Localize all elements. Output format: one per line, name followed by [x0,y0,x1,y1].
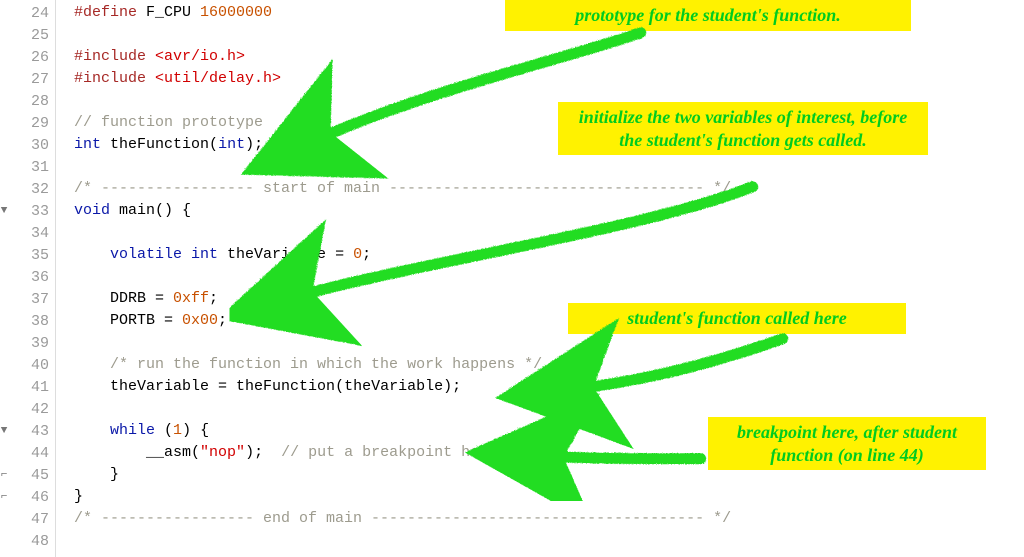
code-line[interactable] [74,530,1024,552]
line-number: 30 [0,134,55,156]
annotation-breakpoint: breakpoint here, after student function … [708,417,986,470]
fold-icon[interactable]: ▼ [0,425,10,437]
code-line[interactable]: volatile int theVariable = 0; [74,244,1024,266]
fold-icon[interactable]: ⌐ [0,469,10,481]
fold-icon[interactable]: ▼ [0,205,10,217]
line-number: 40 [0,354,55,376]
code-line[interactable]: /* ----------------- end of main -------… [74,508,1024,530]
code-line[interactable]: /* run the function in which the work ha… [74,354,1024,376]
line-number: 31 [0,156,55,178]
code-area[interactable]: #define F_CPU 16000000 #include <avr/io.… [56,0,1024,557]
annotation-called-here: student's function called here [568,303,906,334]
code-line[interactable] [74,222,1024,244]
line-number: 27 [0,68,55,90]
line-number: 25 [0,24,55,46]
line-number-gutter: 242526272829303132▼33343536373839404142▼… [0,0,56,557]
code-line[interactable] [74,266,1024,288]
fold-icon[interactable]: ⌐ [0,491,10,503]
code-line[interactable] [74,332,1024,354]
line-number: 38 [0,310,55,332]
code-line[interactable]: /* ----------------- start of main -----… [74,178,1024,200]
line-number: ▼43 [0,420,55,442]
line-number: 37 [0,288,55,310]
line-number: 24 [0,2,55,24]
code-line[interactable]: #include <util/delay.h> [74,68,1024,90]
code-line[interactable] [74,156,1024,178]
line-number: 26 [0,46,55,68]
code-line[interactable]: theVariable = theFunction(theVariable); [74,376,1024,398]
line-number: 44 [0,442,55,464]
line-number: 42 [0,398,55,420]
line-number: ▼33 [0,200,55,222]
line-number: 47 [0,508,55,530]
line-number: 32 [0,178,55,200]
line-number: 48 [0,530,55,552]
line-number: 34 [0,222,55,244]
line-number: 36 [0,266,55,288]
line-number: 39 [0,332,55,354]
code-line[interactable]: } [74,486,1024,508]
code-line[interactable]: void main() { [74,200,1024,222]
line-number: 41 [0,376,55,398]
line-number: 35 [0,244,55,266]
line-number: 28 [0,90,55,112]
line-number: ⌐45 [0,464,55,486]
annotation-initialize: initialize the two variables of interest… [558,102,928,155]
line-number: ⌐46 [0,486,55,508]
code-editor: 242526272829303132▼33343536373839404142▼… [0,0,1024,557]
annotation-prototype: prototype for the student's function. [505,0,911,31]
code-line[interactable]: #include <avr/io.h> [74,46,1024,68]
line-number: 29 [0,112,55,134]
